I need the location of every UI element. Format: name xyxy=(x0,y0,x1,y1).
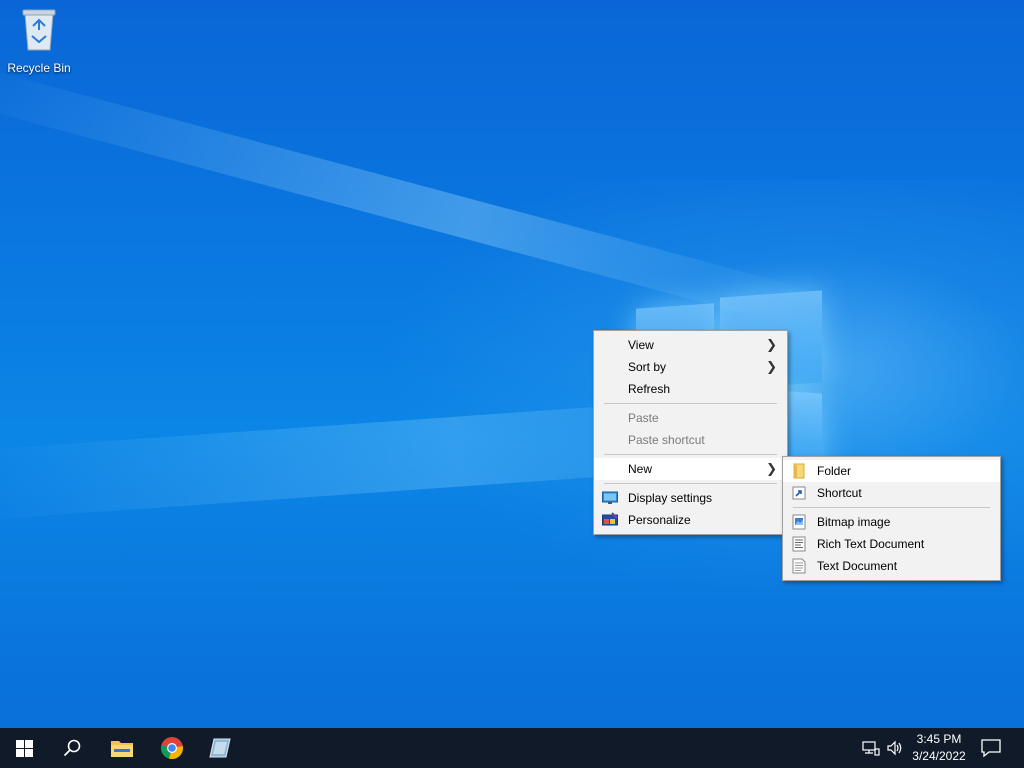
bitmap-icon xyxy=(792,514,806,530)
menu-item-new[interactable]: New ❯ xyxy=(594,458,787,480)
menu-item-label: Refresh xyxy=(628,382,671,396)
menu-item-label: Bitmap image xyxy=(817,515,891,529)
chrome-icon xyxy=(161,737,183,760)
chrome-button[interactable] xyxy=(148,728,196,768)
menu-item-personalize[interactable]: Personalize xyxy=(594,509,787,531)
menu-item-display-settings[interactable]: Display settings xyxy=(594,487,787,509)
notification-icon[interactable] xyxy=(980,738,1002,758)
menu-item-label: Text Document xyxy=(817,559,898,573)
menu-separator xyxy=(604,403,777,404)
submenu-item-rich-text-document[interactable]: Rich Text Document xyxy=(783,533,1000,555)
rtf-document-icon xyxy=(792,536,806,552)
menu-item-label: Shortcut xyxy=(817,486,862,500)
personalize-icon xyxy=(602,512,618,526)
app-icon xyxy=(209,738,231,758)
desktop-context-menu: View ❯ Sort by ❯ Refresh Paste Paste sho… xyxy=(593,330,788,535)
menu-item-label: New xyxy=(628,462,653,476)
menu-item-label: Personalize xyxy=(628,513,691,527)
folder-icon xyxy=(793,463,805,479)
file-explorer-button[interactable] xyxy=(98,728,146,768)
menu-item-label: Paste shortcut xyxy=(628,433,705,447)
menu-item-refresh[interactable]: Refresh xyxy=(594,378,787,400)
new-submenu: Folder Shortcut Bitmap image Rich Text D… xyxy=(782,456,1001,581)
app-button[interactable] xyxy=(196,728,244,768)
clock-date: 3/24/2022 xyxy=(912,749,966,763)
submenu-item-text-document[interactable]: Text Document xyxy=(783,555,1000,577)
windows-start-icon xyxy=(15,739,33,757)
menu-item-label: View xyxy=(628,338,654,352)
menu-item-label: Paste xyxy=(628,411,659,425)
file-explorer-icon xyxy=(111,741,133,757)
search-icon xyxy=(63,739,81,757)
text-document-icon xyxy=(792,558,806,574)
menu-item-label: Rich Text Document xyxy=(817,537,925,551)
clock-time: 3:45 PM xyxy=(916,732,962,746)
recycle-bin-icon xyxy=(22,9,56,51)
menu-item-label: Folder xyxy=(817,464,852,478)
volume-icon[interactable] xyxy=(886,739,904,757)
submenu-item-folder[interactable]: Folder xyxy=(783,460,1000,482)
menu-item-sort-by[interactable]: Sort by ❯ xyxy=(594,356,787,378)
menu-separator xyxy=(604,454,777,455)
chevron-right-icon: ❯ xyxy=(766,461,777,476)
search-button[interactable] xyxy=(48,728,96,768)
menu-separator xyxy=(604,483,777,484)
start-button[interactable] xyxy=(0,728,48,768)
recycle-bin-label: Recycle Bin xyxy=(7,61,71,75)
shortcut-icon xyxy=(792,486,806,500)
menu-item-label: Display settings xyxy=(628,491,713,505)
taskbar: 3:45 PM 3/24/2022 xyxy=(0,728,1024,768)
menu-item-label: Sort by xyxy=(628,360,667,374)
chevron-right-icon: ❯ xyxy=(766,359,777,374)
desktop[interactable]: Recycle Bin View ❯ Sort by ❯ Refresh Pas… xyxy=(0,0,1024,728)
menu-item-paste: Paste xyxy=(594,407,787,429)
menu-item-paste-shortcut: Paste shortcut xyxy=(594,429,787,451)
taskbar-clock[interactable]: 3:45 PM 3/24/2022 xyxy=(906,731,972,765)
submenu-item-bitmap-image[interactable]: Bitmap image xyxy=(783,511,1000,533)
network-icon[interactable] xyxy=(862,739,880,757)
recycle-bin-desktop-icon[interactable]: Recycle Bin xyxy=(4,6,74,76)
chevron-right-icon: ❯ xyxy=(766,337,777,352)
submenu-item-shortcut[interactable]: Shortcut xyxy=(783,482,1000,504)
menu-separator xyxy=(793,507,990,508)
menu-item-view[interactable]: View ❯ xyxy=(594,334,787,356)
display-icon xyxy=(602,491,618,504)
